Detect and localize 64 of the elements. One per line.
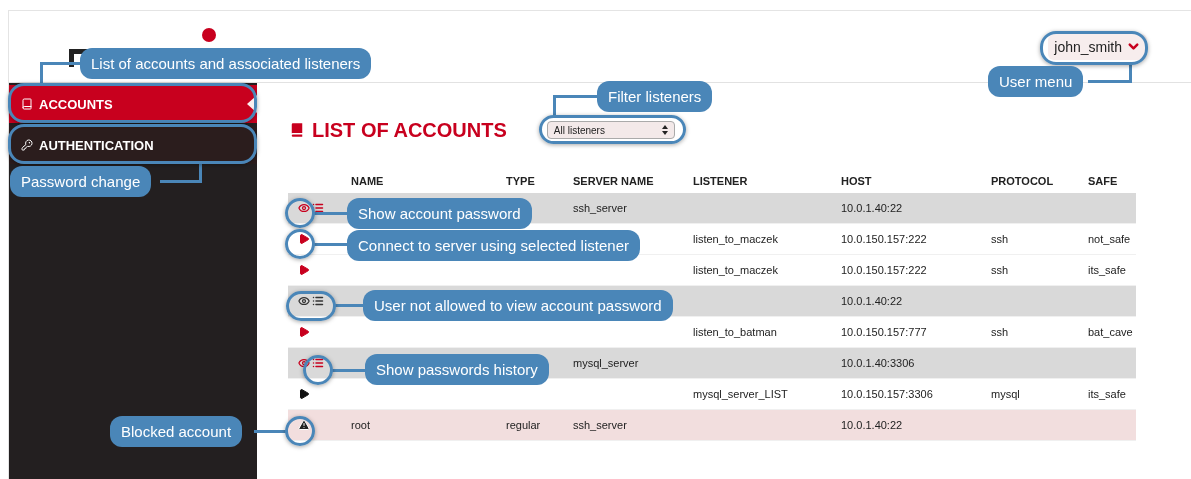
eye-icon[interactable]	[298, 202, 310, 214]
table-cell-text: bat_cave	[1087, 326, 1134, 338]
callout: User not allowed to view account password	[363, 290, 673, 321]
table-cell-text: 10.0.1.40:22	[840, 295, 904, 307]
play-icon[interactable]	[298, 388, 310, 400]
filter-select[interactable]: All listeners	[546, 121, 675, 139]
table-cell-text: 10.0.150.157:222	[840, 233, 928, 245]
column-header: NAME	[350, 175, 385, 187]
callout: Filter listeners	[597, 81, 713, 112]
leader-line	[160, 162, 202, 183]
column-header: LISTENER	[692, 175, 749, 187]
column-header: SERVER NAME	[572, 175, 655, 187]
callout: Connect to server using selected listener	[347, 230, 640, 261]
page-title: LIST OF ACCOUNTS	[288, 118, 507, 142]
eye-icon[interactable]	[298, 357, 310, 369]
table-cell-text: ssh_server	[572, 419, 628, 431]
column-header: PROTOCOL	[990, 175, 1055, 187]
leader-line	[1088, 64, 1132, 83]
callout: List of accounts and associated listeners	[80, 48, 372, 79]
table-cell-text: its_safe	[1087, 264, 1127, 276]
table-cell-text: listen_to_maczek	[692, 264, 779, 276]
callout: Show passwords history	[365, 354, 549, 385]
table-cell-text: 10.0.1.40:22	[840, 419, 904, 431]
table-cell-text: mysql_server	[572, 357, 640, 369]
key-icon	[21, 139, 33, 151]
table-cell-text: ssh	[990, 233, 1010, 245]
callout: User menu	[988, 66, 1084, 97]
column-header: TYPE	[505, 175, 536, 187]
table-cell-text: regular	[505, 419, 542, 431]
table-cell-text: its_safe	[1087, 388, 1127, 400]
warning-icon	[298, 419, 310, 431]
table-cell-text: 10.0.150.157:777	[840, 326, 928, 338]
table-cell-text: ssh	[990, 326, 1010, 338]
table-cell-text: mysql_server_LIST	[692, 388, 789, 400]
table-cell-text: 10.0.150.157:222	[840, 264, 928, 276]
highlight-ring	[285, 416, 315, 446]
book-icon	[21, 98, 33, 110]
list-icon[interactable]	[312, 357, 324, 369]
table-cell-text: listen_to_batman	[692, 326, 778, 338]
eye-icon[interactable]	[298, 295, 310, 307]
list-icon[interactable]	[312, 202, 324, 214]
highlight-ring	[303, 355, 333, 385]
highlight-ring	[285, 198, 315, 228]
table-cell-text: 10.0.150.157:3306	[840, 388, 934, 400]
highlight-ring	[285, 229, 315, 259]
table-cell-text: ssh	[990, 264, 1010, 276]
column-header: HOST	[840, 175, 873, 187]
highlight-ring	[286, 291, 336, 321]
table-cell-text: listen_to_maczek	[692, 233, 779, 245]
updown-arrows-icon	[661, 125, 668, 135]
table-cell-text: ssh_server	[572, 202, 628, 214]
callout: Blocked account	[110, 416, 243, 447]
table-cell-text: not_safe	[1087, 233, 1132, 245]
column-header: SAFE	[1087, 175, 1119, 187]
table-cell-text: 10.0.1.40:22	[840, 202, 904, 214]
callout: Password change	[10, 166, 152, 197]
list-icon[interactable]	[312, 295, 324, 307]
user-menu[interactable]: john_smith	[1048, 33, 1147, 60]
table-cell-text: 10.0.1.40:3306	[840, 357, 916, 369]
table-cell-text: mysql	[990, 388, 1021, 400]
book-icon	[288, 121, 306, 139]
table-cell-text: root	[350, 419, 371, 431]
leader-line	[254, 430, 286, 433]
callout: Show account password	[347, 198, 532, 229]
